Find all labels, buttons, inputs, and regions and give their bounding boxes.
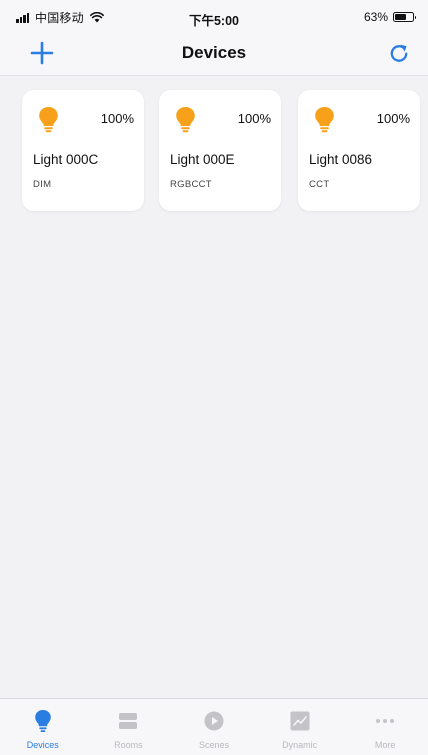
page-title: Devices xyxy=(181,43,247,62)
nav-bar: Devices xyxy=(0,34,428,76)
tab-label: Dynamic xyxy=(282,740,318,750)
tab-devices[interactable]: Devices xyxy=(0,699,86,755)
devices-screen: 中国移动 下午5:00 63% Devices 100% Light 000C … xyxy=(0,0,428,755)
refresh-icon[interactable] xyxy=(386,40,412,66)
battery-level-fill xyxy=(395,14,406,20)
brightness-value: 100% xyxy=(100,111,134,126)
tab-label: Rooms xyxy=(114,740,143,750)
device-name: Light 0086 xyxy=(309,152,373,167)
tab-bar: Devices Rooms Scenes Dynamic More xyxy=(0,698,428,755)
status-bar: 中国移动 下午5:00 63% xyxy=(0,0,428,34)
brightness-value: 100% xyxy=(376,111,410,126)
bulb-icon xyxy=(39,107,58,133)
bulb-icon xyxy=(315,107,334,133)
device-type: RGBCCT xyxy=(170,179,212,190)
device-type: CCT xyxy=(309,179,330,190)
battery-percent: 63% xyxy=(363,10,388,24)
bulb-icon xyxy=(34,710,51,732)
device-card[interactable]: 100% Light 000C DIM xyxy=(22,90,144,211)
device-card[interactable]: 100% Light 000E RGBCCT xyxy=(159,90,281,211)
tab-scenes[interactable]: Scenes xyxy=(171,699,257,755)
tab-dynamic[interactable]: Dynamic xyxy=(257,699,343,755)
tab-label: Scenes xyxy=(198,740,229,750)
tab-label: Devices xyxy=(26,740,59,750)
tab-rooms[interactable]: Rooms xyxy=(86,699,172,755)
battery-icon xyxy=(393,12,416,22)
play-icon xyxy=(204,711,224,731)
bulb-icon xyxy=(176,107,195,133)
device-name: Light 000E xyxy=(170,152,235,167)
tab-label: More xyxy=(374,740,396,750)
brightness-value: 100% xyxy=(237,111,271,126)
chart-icon xyxy=(290,711,310,731)
rooms-icon xyxy=(119,713,138,729)
more-icon xyxy=(376,719,395,723)
device-card[interactable]: 100% Light 0086 CCT xyxy=(298,90,420,211)
status-right: 63% xyxy=(363,10,416,24)
device-type: DIM xyxy=(33,179,52,190)
tab-more[interactable]: More xyxy=(342,699,428,755)
device-name: Light 000C xyxy=(33,152,99,167)
